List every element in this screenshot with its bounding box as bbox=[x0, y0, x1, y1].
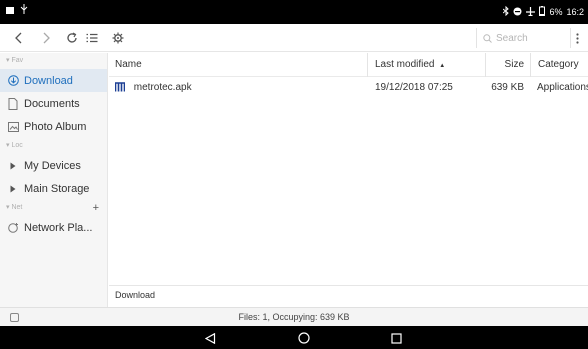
clock: 16:2 bbox=[566, 7, 584, 17]
file-category: Applications bbox=[537, 82, 588, 93]
settings-button[interactable] bbox=[108, 28, 128, 48]
file-name-cell: metrotec.apk bbox=[115, 77, 192, 99]
section-header-label: Net bbox=[11, 204, 23, 211]
sidebar-item-label: Photo Album bbox=[24, 120, 87, 133]
sidebar-item-label: Main Storage bbox=[24, 182, 90, 195]
chevron-right-icon bbox=[43, 32, 50, 44]
file-summary: Files: 1, Occupying: 639 KB bbox=[238, 312, 350, 322]
sidebar-item-label: Documents bbox=[24, 97, 80, 110]
photo-icon bbox=[7, 121, 19, 133]
sidebar-item-label: My Devices bbox=[24, 159, 81, 172]
sidebar-item-documents[interactable]: Documents bbox=[0, 92, 107, 115]
sidebar-item-download[interactable]: Download bbox=[0, 69, 107, 92]
section-header-label: Fav bbox=[11, 57, 24, 64]
search-box[interactable] bbox=[476, 28, 564, 48]
more-vertical-icon bbox=[576, 32, 579, 44]
file-modified: 19/12/2018 07:25 bbox=[375, 82, 453, 93]
sidebar: ▾ Fav Download Documents Photo Album ▾ L… bbox=[0, 53, 108, 308]
network-icon bbox=[7, 222, 19, 234]
chevron-left-icon bbox=[15, 32, 22, 44]
sidebar-item-main-storage[interactable]: Main Storage bbox=[0, 177, 107, 200]
sidebar-item-photo-album[interactable]: Photo Album bbox=[0, 115, 107, 138]
more-options-button[interactable] bbox=[570, 28, 584, 48]
file-size: 639 KB bbox=[491, 82, 524, 93]
nav-home-button[interactable] bbox=[295, 329, 313, 347]
column-size[interactable]: Size bbox=[485, 53, 530, 77]
column-last-modified-label: Last modified bbox=[375, 59, 435, 70]
notification-icon bbox=[6, 6, 14, 14]
document-icon bbox=[7, 97, 19, 110]
table-row[interactable]: metrotec.apk 19/12/2018 07:25 639 KB App… bbox=[109, 77, 588, 99]
sidebar-section-fav[interactable]: ▾ Fav bbox=[0, 53, 107, 69]
airplane-icon bbox=[526, 6, 536, 18]
sort-ascending-icon: ▲ bbox=[439, 63, 446, 69]
column-category[interactable]: Category bbox=[530, 53, 588, 77]
sidebar-section-loc[interactable]: ▾ Loc bbox=[0, 138, 107, 154]
refresh-icon bbox=[67, 32, 77, 43]
current-path: Download bbox=[115, 290, 156, 300]
file-list: Name Last modified ▲ Size Category metro… bbox=[109, 53, 588, 308]
sidebar-item-label: Download bbox=[24, 74, 73, 87]
path-bar[interactable]: Download bbox=[109, 285, 588, 304]
triangle-right-icon bbox=[7, 160, 19, 172]
nav-back-button[interactable] bbox=[201, 329, 219, 347]
search-icon bbox=[483, 33, 492, 43]
apk-file-icon bbox=[115, 82, 125, 92]
forward-button[interactable] bbox=[37, 28, 57, 48]
info-bar: Files: 1, Occupying: 639 KB bbox=[0, 307, 588, 326]
refresh-button[interactable] bbox=[62, 28, 82, 48]
nav-recents-button[interactable] bbox=[387, 329, 405, 347]
column-name[interactable]: Name bbox=[115, 53, 142, 77]
search-input[interactable] bbox=[496, 32, 560, 44]
toolbar bbox=[0, 24, 588, 52]
column-last-modified[interactable]: Last modified ▲ bbox=[367, 53, 485, 77]
status-bar: 6% 16:2 bbox=[0, 0, 588, 24]
download-circle-icon bbox=[7, 75, 19, 87]
navigation-bar bbox=[0, 326, 588, 349]
sidebar-section-net[interactable]: ▾ Net + bbox=[0, 200, 107, 216]
triangle-right-icon bbox=[7, 183, 19, 195]
section-header-label: Loc bbox=[11, 142, 23, 149]
sidebar-item-my-devices[interactable]: My Devices bbox=[0, 154, 107, 177]
back-triangle-icon bbox=[204, 332, 215, 344]
usb-icon bbox=[20, 4, 28, 16]
sidebar-item-label: Network Pla... bbox=[24, 221, 93, 234]
bluetooth-icon bbox=[503, 5, 510, 18]
add-network-button[interactable]: + bbox=[93, 200, 99, 216]
battery-icon bbox=[539, 6, 546, 18]
recents-square-icon bbox=[390, 332, 402, 344]
back-button[interactable] bbox=[8, 28, 28, 48]
view-list-button[interactable] bbox=[82, 28, 102, 48]
sidebar-item-network-places[interactable]: Network Pla... bbox=[0, 216, 107, 239]
do-not-disturb-icon bbox=[513, 7, 522, 18]
column-header-row: Name Last modified ▲ Size Category bbox=[109, 53, 588, 77]
list-view-icon bbox=[86, 33, 98, 43]
gear-icon bbox=[112, 32, 124, 44]
file-name: metrotec.apk bbox=[133, 82, 192, 93]
home-circle-icon bbox=[298, 332, 310, 344]
battery-percent: 6% bbox=[549, 7, 563, 17]
